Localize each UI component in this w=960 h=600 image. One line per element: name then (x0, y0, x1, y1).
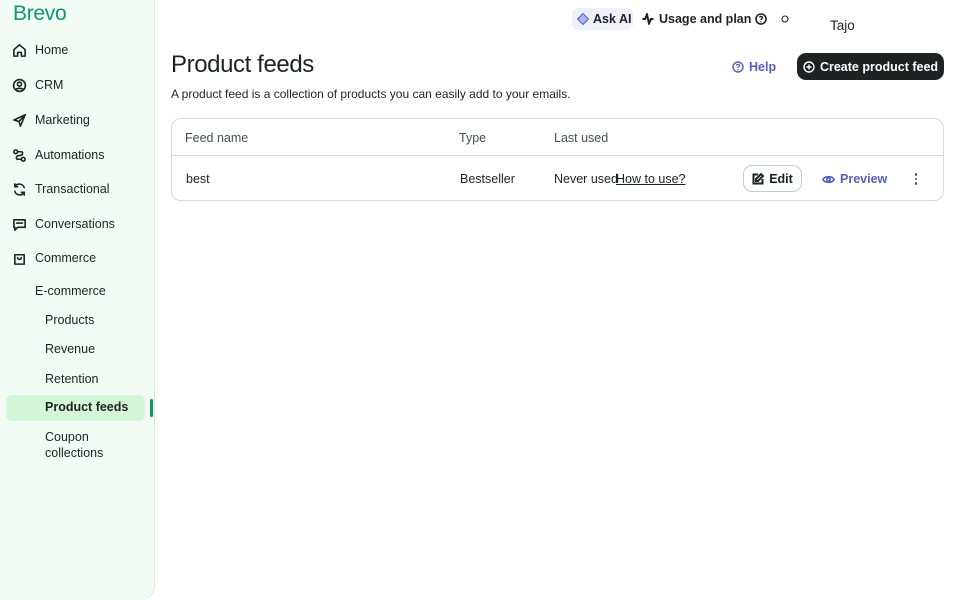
sidebar-item-marketing[interactable]: Marketing (12, 108, 90, 132)
table-header: Feed name Type Last used (172, 119, 943, 156)
sidebar-item-label: Automations (35, 148, 105, 162)
refresh-icon (14, 182, 25, 196)
sidebar-item-retention[interactable]: Retention (45, 371, 99, 387)
sidebar-item-home[interactable]: Home (12, 38, 68, 62)
sidebar-item-label: Conversations (35, 217, 115, 231)
sparkle-icon (577, 13, 589, 25)
preview-label: Preview (840, 172, 888, 186)
product-feeds-table: Feed name Type Last used best Bestseller… (171, 118, 944, 201)
send-icon (13, 113, 26, 127)
chat-icon (13, 218, 26, 231)
sidebar-item-label: CRM (35, 78, 64, 92)
help-link[interactable]: Help (732, 59, 776, 75)
plus-circle-icon (803, 60, 815, 73)
sidebar-item-product-feeds[interactable]: Product feeds (6, 395, 145, 421)
sidebar: Brevo Home CRM Marketing Automations Tra… (0, 0, 155, 600)
feed-type-cell: Bestseller (460, 172, 515, 186)
brevo-logo[interactable]: Brevo (13, 2, 67, 26)
column-header-last-used: Last used (554, 131, 609, 145)
edit-button[interactable]: Edit (743, 165, 802, 192)
edit-label: Edit (769, 171, 793, 186)
user-name[interactable]: Tajo (830, 18, 855, 33)
eye-icon (822, 175, 835, 183)
sidebar-item-automations[interactable]: Automations (12, 143, 104, 167)
preview-button[interactable]: Preview (822, 170, 887, 188)
sidebar-item-commerce[interactable]: Commerce (12, 246, 96, 270)
page-title: Product feeds (171, 51, 314, 78)
home-icon (13, 43, 26, 57)
sidebar-item-crm[interactable]: CRM (12, 73, 63, 97)
usage-and-plan-button[interactable]: Usage and plan (642, 8, 751, 30)
ask-ai-button[interactable]: Ask AI (572, 8, 633, 30)
create-product-feed-label: Create product feed (819, 59, 939, 74)
shopping-bag-icon (14, 253, 25, 265)
sidebar-item-label: Home (35, 43, 69, 57)
sidebar-item-conversations[interactable]: Conversations (12, 212, 115, 236)
sidebar-item-transactional[interactable]: Transactional (12, 177, 110, 201)
help-label: Help (749, 60, 777, 74)
sidebar-item-revenue[interactable]: Revenue (45, 341, 95, 357)
sidebar-item-label: Product feeds (45, 400, 129, 414)
column-header-feed-name: Feed name (185, 131, 249, 145)
how-to-use-link[interactable]: How to use? (616, 172, 685, 186)
question-circle-icon (755, 13, 767, 25)
page-description: A product feed is a collection of produc… (171, 87, 571, 101)
sidebar-item-coupon-collections[interactable]: Coupon collections (45, 429, 135, 461)
last-used-cell: Never used (554, 172, 618, 186)
question-circle-icon (732, 61, 744, 73)
sidebar-item-ecommerce[interactable]: E-commerce (35, 283, 106, 299)
sidebar-item-label: Transactional (35, 182, 110, 196)
activity-icon (642, 13, 654, 25)
automation-icon (13, 148, 26, 162)
settings-icon[interactable] (781, 8, 789, 30)
feed-name-cell: best (186, 172, 210, 186)
contacts-icon (12, 78, 27, 92)
column-header-type: Type (459, 131, 487, 145)
sidebar-item-label: Marketing (35, 113, 90, 127)
sidebar-item-label: Commerce (35, 251, 97, 265)
sidebar-item-products[interactable]: Products (45, 312, 94, 328)
usage-and-plan-label: Usage and plan (659, 12, 752, 26)
ask-ai-label: Ask AI (593, 12, 632, 26)
more-options-icon[interactable] (910, 171, 922, 187)
active-indicator (150, 399, 153, 417)
help-center-button[interactable] (755, 8, 768, 30)
edit-icon (752, 172, 765, 184)
create-product-feed-button[interactable]: Create product feed (797, 53, 944, 80)
